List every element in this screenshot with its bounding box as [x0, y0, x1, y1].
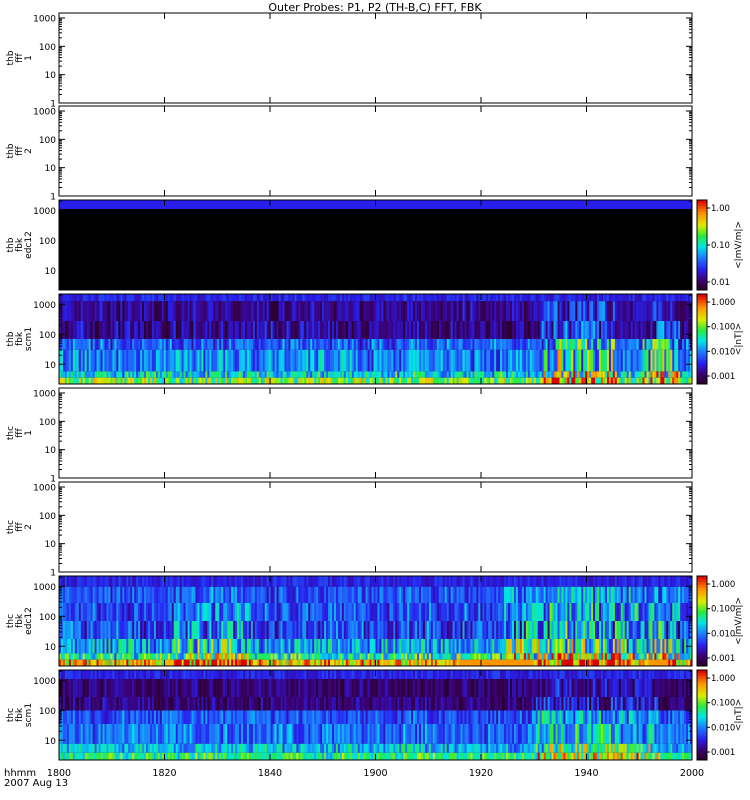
panel-3: 101001000thb fbk edc121.000.100.01<|mV/m|> [6, 199, 744, 291]
y-tick-label: 10 [45, 361, 57, 371]
y-axis-label: 2 [24, 148, 34, 154]
panel-6: 1101001000thc fff 2 [6, 481, 693, 579]
panels-group: 1101001000thb fff 11101001000thb fff 2101001… [6, 12, 744, 779]
panel-7: 101001000thc fbk edc121.0000.1000.0100.001… [6, 575, 744, 667]
y-tick-label: 1000 [33, 14, 56, 24]
y-axis-label: edc12 [24, 231, 34, 259]
y-tick-label: 10 [45, 446, 57, 456]
y-tick-label: 1 [50, 569, 56, 579]
y-axis-label: 2 [24, 524, 34, 530]
y-tick-label: 1000 [33, 207, 56, 217]
plot-frame [58, 105, 693, 197]
colorbar-label: <|mV/m|> [734, 221, 744, 269]
colorbar-tick-label: 0.01 [711, 278, 730, 288]
y-tick-label: 100 [39, 136, 56, 146]
spectrogram-background [59, 200, 692, 290]
y-tick-label: 1000 [33, 389, 56, 399]
colorbar-tick-label: 0.010 [711, 347, 735, 357]
y-axis-label: 1 [24, 55, 34, 61]
plot-frame [58, 387, 693, 479]
y-tick-label: 1 [50, 193, 56, 203]
y-tick-label: 10 [45, 540, 57, 550]
y-axis-label: scm1 [24, 327, 34, 351]
y-tick-label: 100 [39, 418, 56, 428]
y-tick-label: 1000 [33, 483, 56, 493]
y-tick-label: 100 [39, 331, 56, 341]
colorbar-label: <|nT|> [734, 323, 744, 355]
y-axis-label: 1 [24, 430, 34, 436]
colorbar-tick-label: 1.00 [711, 204, 730, 214]
plot-frame [58, 12, 693, 104]
y-tick-label: 1000 [33, 301, 56, 311]
y-tick-label: 1000 [33, 107, 56, 117]
colorbar-tick-label: 0.10 [711, 241, 730, 251]
colorbar-tick-label: 1.000 [711, 298, 735, 308]
colorbar-tick-label: 0.001 [711, 372, 735, 382]
y-tick-label: 100 [39, 512, 56, 522]
spectrogram-figure: Outer Probes: P1, P2 (TH-B,C) FFT, FBK 1… [4, 1, 744, 789]
figure-title: Outer Probes: P1, P2 (TH-B,C) FFT, FBK [268, 1, 482, 14]
colorbar-tick-label: 0.100 [711, 323, 735, 333]
y-tick-label: 10 [45, 164, 57, 174]
plot-frame [58, 481, 693, 573]
y-tick-label: 100 [39, 43, 56, 53]
panel-2: 1101001000thb fff 2 [6, 105, 693, 203]
panel-5: 1101001000thc fff 1 [6, 387, 693, 485]
y-tick-label: 10 [45, 71, 57, 81]
y-tick-label: 100 [39, 237, 56, 247]
panel-4: 101001000thb fbk scm11.0000.1000.0100.001<… [6, 293, 744, 385]
y-tick-label: 10 [45, 267, 57, 277]
panel-1: 1101001000thb fff 1 [6, 12, 693, 110]
